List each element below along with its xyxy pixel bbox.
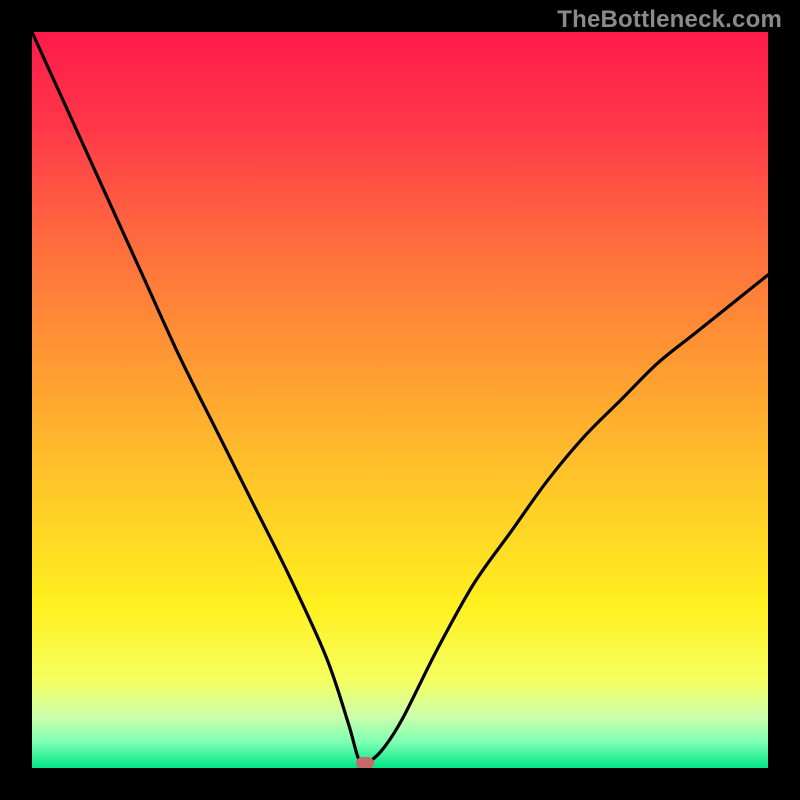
background-gradient: [32, 32, 768, 768]
optimal-point-marker: [356, 757, 374, 768]
watermark-text: TheBottleneck.com: [557, 6, 782, 34]
chart-frame: TheBottleneck.com: [0, 0, 800, 800]
plot-area: [32, 32, 768, 768]
